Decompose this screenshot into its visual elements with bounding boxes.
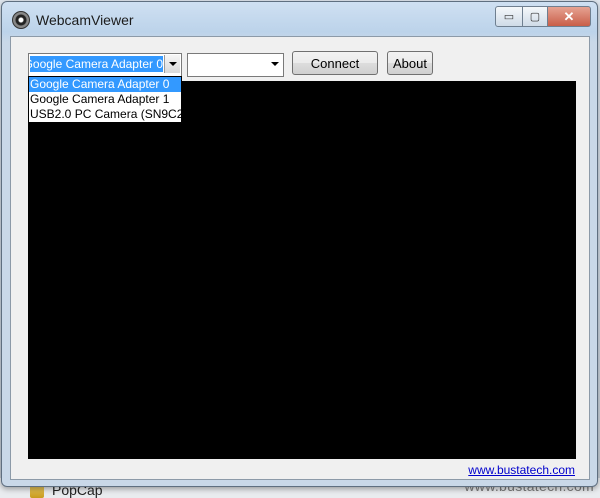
window-controls: ▭ ▢ ✕ [495,6,591,27]
title-bar[interactable]: WebcamViewer ▭ ▢ ✕ [2,2,597,36]
client-area: Google Camera Adapter 0 Connect About Go… [10,36,590,480]
resolution-select-dropdown-button[interactable] [267,55,282,73]
resolution-select[interactable] [187,53,284,77]
camera-dropdown-list[interactable]: Google Camera Adapter 0 Google Camera Ad… [28,76,182,123]
chevron-down-icon [168,62,177,66]
webcamviewer-window: WebcamViewer ▭ ▢ ✕ Google Camera Adapter… [1,1,598,487]
minimize-button[interactable]: ▭ [495,6,523,27]
close-button[interactable]: ✕ [548,6,591,27]
webcam-icon [12,11,30,29]
maximize-button[interactable]: ▢ [523,6,548,27]
connect-button[interactable]: Connect [292,51,378,75]
about-button[interactable]: About [387,51,433,75]
chevron-down-icon [270,62,279,66]
camera-select[interactable]: Google Camera Adapter 0 [28,53,182,77]
window-title: WebcamViewer [36,12,134,28]
camera-select-dropdown-button[interactable] [164,55,180,73]
video-preview [28,81,576,459]
camera-option[interactable]: Google Camera Adapter 1 [29,92,181,107]
camera-option[interactable]: Google Camera Adapter 0 [29,77,181,92]
camera-option[interactable]: USB2.0 PC Camera (SN9C20 [29,107,181,122]
camera-select-value: Google Camera Adapter 0 [30,56,163,72]
website-link[interactable]: www.bustatech.com [468,463,575,477]
